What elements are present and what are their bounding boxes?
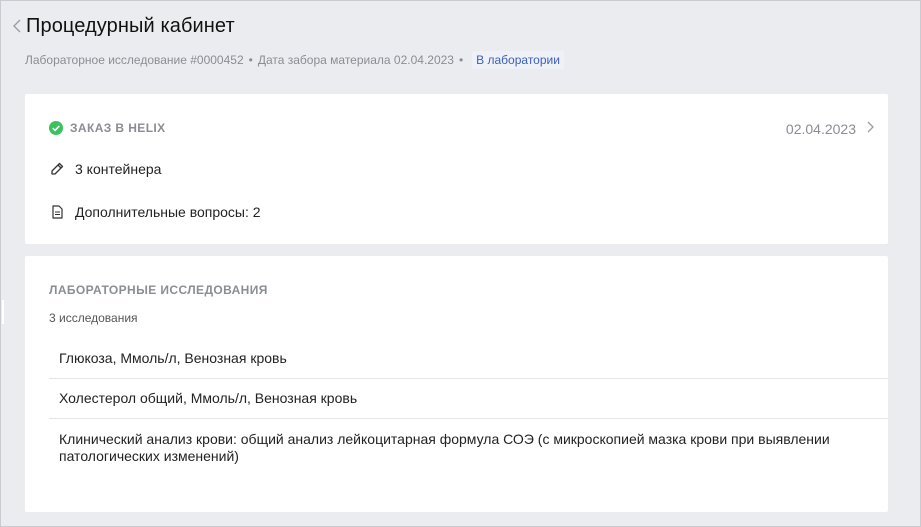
page-header: Процедурный кабинет Лабораторное исследо…	[10, 12, 911, 70]
list-item[interactable]: Холестерол общий, Ммоль/л, Венозная кров…	[49, 379, 888, 419]
separator: •	[248, 53, 253, 67]
order-card: ЗАКАЗ В HELIX 02.04.2023 3 контейнера До…	[25, 94, 888, 244]
questions-label: Дополнительные вопросы: 2	[75, 204, 261, 220]
order-header: ЗАКАЗ В HELIX	[49, 121, 166, 135]
chevron-left-icon[interactable]	[10, 16, 24, 36]
pipette-icon	[49, 161, 65, 177]
chevron-right-icon	[866, 120, 874, 138]
questions-row: Дополнительные вопросы: 2	[49, 204, 261, 220]
title-row: Процедурный кабинет	[10, 12, 911, 40]
order-date: 02.04.2023	[785, 121, 856, 137]
document-icon	[49, 204, 65, 220]
scroll-indicator	[2, 300, 4, 324]
check-circle-icon	[49, 121, 63, 135]
breadcrumb: Лабораторное исследование #0000452 • Дат…	[25, 50, 911, 70]
lab-list: Глюкоза, Ммоль/л, Венозная кровь Холесте…	[49, 339, 888, 476]
list-item[interactable]: Клинический анализ крови: общий анализ л…	[49, 419, 888, 476]
separator: •	[458, 53, 464, 67]
lab-count: 3 исследования	[49, 311, 138, 325]
containers-label: 3 контейнера	[75, 161, 162, 177]
collection-date-label: Дата забора материала 02.04.2023	[257, 53, 454, 67]
study-label: Лабораторное исследование #0000452	[25, 53, 244, 67]
lab-heading: ЛАБОРАТОРНЫЕ ИССЛЕДОВАНИЯ	[49, 283, 268, 297]
list-item[interactable]: Глюкоза, Ммоль/л, Венозная кровь	[49, 339, 888, 379]
order-date-link[interactable]: 02.04.2023	[786, 120, 874, 138]
lab-card: ЛАБОРАТОРНЫЕ ИССЛЕДОВАНИЯ 3 исследования…	[25, 256, 888, 512]
status-badge: В лаборатории	[472, 51, 564, 69]
page-title: Процедурный кабинет	[26, 14, 235, 37]
order-title: ЗАКАЗ В HELIX	[70, 121, 166, 135]
containers-row: 3 контейнера	[49, 161, 161, 177]
